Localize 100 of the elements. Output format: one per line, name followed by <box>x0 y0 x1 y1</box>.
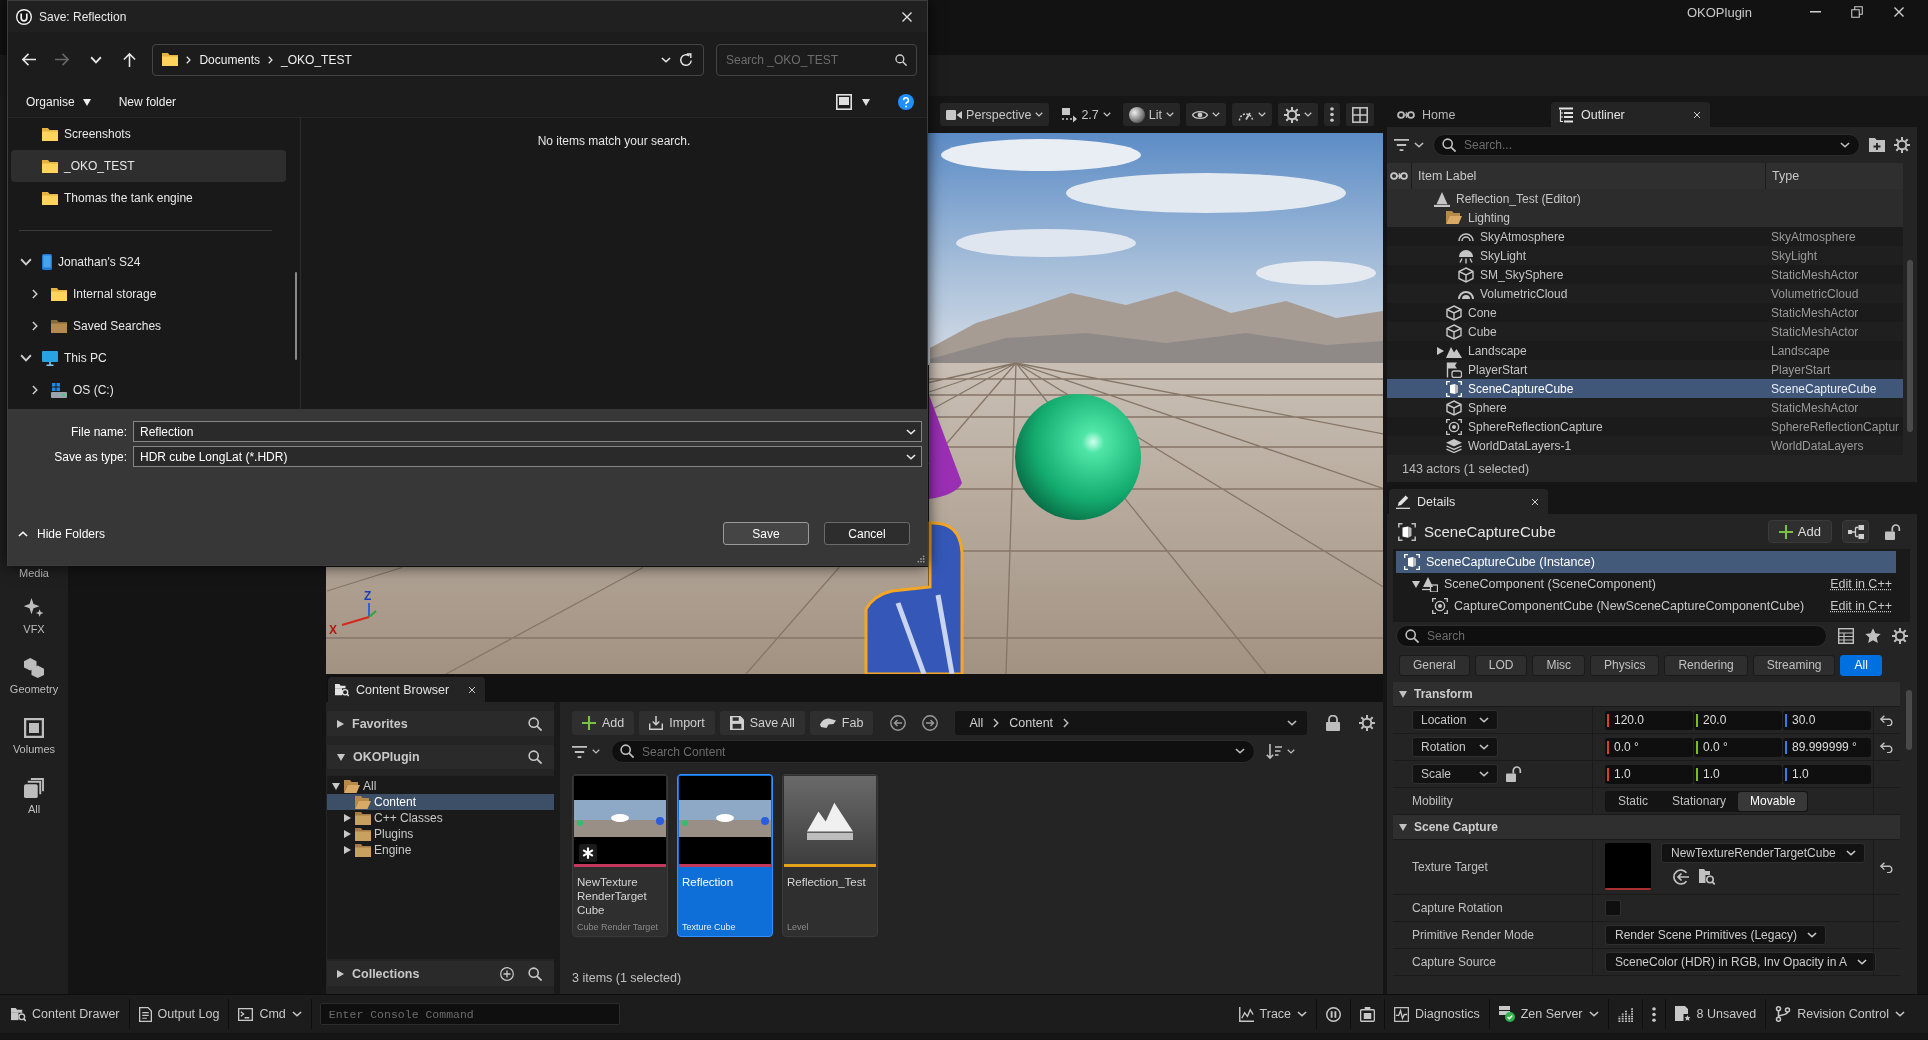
filter-tab[interactable]: Rendering <box>1664 654 1748 676</box>
outliner-row[interactable]: Landscape Landscape <box>1387 341 1903 360</box>
command-button[interactable]: Organise <box>26 95 91 109</box>
folder-item[interactable]: Internal storage <box>11 278 286 310</box>
performance-dropdown[interactable] <box>1232 103 1272 126</box>
segment-option[interactable]: Movable <box>1738 791 1808 811</box>
segment-option[interactable]: Stationary <box>1660 791 1739 811</box>
show-dropdown[interactable] <box>1186 103 1226 126</box>
search-icon[interactable] <box>528 750 542 764</box>
camera-speed-dropdown[interactable]: 2.7 <box>1055 103 1117 126</box>
lock-icon[interactable] <box>1326 715 1340 731</box>
layout-button[interactable] <box>1346 103 1374 126</box>
search-icon[interactable] <box>528 966 542 981</box>
category-button[interactable]: Media <box>3 567 65 580</box>
cmd-dropdown[interactable]: Cmd <box>229 999 311 1029</box>
address-bar[interactable]: Documents _OKO_TEST <box>152 43 704 76</box>
scrollbar-thumb[interactable] <box>1907 260 1913 432</box>
outliner-row[interactable]: Cone StaticMeshActor <box>1387 303 1903 322</box>
column-header[interactable]: Item Label <box>1418 169 1477 183</box>
outliner-row[interactable]: WorldDataLayers-1 WorldDataLayers <box>1387 436 1903 455</box>
add-circle-icon[interactable] <box>500 966 514 981</box>
outliner-row[interactable]: SceneCaptureCube SceneCaptureCube <box>1387 379 1903 398</box>
expand-arrow-icon[interactable] <box>1412 580 1420 588</box>
asset-tile[interactable]: Reflection Texture Cube <box>677 774 773 937</box>
reset-arrow-icon[interactable] <box>1880 861 1894 873</box>
camera-dropdown[interactable]: Perspective <box>940 103 1050 126</box>
number-field[interactable]: 1.0 <box>1694 764 1782 784</box>
section-header[interactable]: Transform <box>1393 682 1900 707</box>
asset-tile[interactable]: NewTexture RenderTarget Cube Cube Render Target <box>572 774 668 937</box>
blueprint-button[interactable] <box>1842 520 1869 543</box>
chevron-down-icon[interactable] <box>20 258 32 266</box>
value-dropdown[interactable]: SceneColor (HDR) in RGB, Inv Opacity in A <box>1605 952 1877 972</box>
section-header[interactable]: Scene Capture <box>1393 815 1900 840</box>
category-button[interactable]: VFX <box>3 598 65 636</box>
number-field[interactable]: 0.0 ° <box>1605 737 1693 757</box>
import-button[interactable]: Import <box>639 711 715 735</box>
star-icon[interactable] <box>1865 628 1881 644</box>
diagnostics-button[interactable]: Diagnostics <box>1385 999 1489 1029</box>
dialog-button[interactable]: Cancel <box>824 522 910 545</box>
arrow-circle-icon[interactable] <box>1673 869 1689 885</box>
settings-icon[interactable] <box>1892 628 1908 644</box>
revision-control-dropdown[interactable]: Revision Control <box>1766 999 1914 1029</box>
outliner-row[interactable]: SphereReflectionCapture SphereReflectionCaptur <box>1387 417 1903 436</box>
transform-mode-dropdown[interactable]: Location <box>1412 710 1498 730</box>
filter-button[interactable] <box>572 745 600 758</box>
more-button[interactable] <box>1324 103 1340 126</box>
chevron-down-icon[interactable] <box>20 354 32 362</box>
search-field[interactable]: Search Content <box>611 740 1255 763</box>
panel-tab[interactable]: Outliner <box>1551 102 1710 127</box>
outliner-row[interactable]: VolumetricCloud VolumetricCloud <box>1387 284 1903 303</box>
transform-mode-dropdown[interactable]: Scale <box>1412 764 1498 784</box>
outliner-row[interactable]: SkyAtmosphere SkyAtmosphere <box>1387 227 1903 246</box>
console-input[interactable]: Enter Console Command <box>319 1003 620 1025</box>
panel-tab[interactable]: Details <box>1389 489 1548 514</box>
filter-button[interactable] <box>1394 139 1424 151</box>
dialog-button[interactable]: Save <box>723 522 809 545</box>
settings-dropdown[interactable] <box>1278 103 1318 126</box>
fab-button[interactable]: Fab <box>809 711 874 735</box>
edit-link[interactable]: Edit in C++ <box>1820 599 1892 613</box>
close-icon[interactable] <box>1693 110 1701 119</box>
outliner-row[interactable]: PlayerStart PlayerStart <box>1387 360 1903 379</box>
component-row[interactable]: SceneCaptureCube (Instance) <box>1396 551 1896 573</box>
scrollbar-thumb[interactable] <box>295 272 297 360</box>
checkbox[interactable] <box>1605 900 1621 916</box>
folder-tree-item[interactable]: All <box>327 778 554 794</box>
component-row[interactable]: CaptureComponentCube (NewSceneCaptureComponentCube) Edit in C++ <box>1396 595 1896 617</box>
expand-arrow-icon[interactable] <box>1436 346 1444 355</box>
number-field[interactable]: 30.0 <box>1783 710 1871 730</box>
outliner-row[interactable]: Lighting <box>1387 208 1903 227</box>
save-all-button[interactable]: Save All <box>719 711 805 735</box>
filter-tab[interactable]: All <box>1840 654 1882 676</box>
asset-dropdown[interactable]: NewTextureRenderTargetCube <box>1661 843 1865 863</box>
outliner-row[interactable]: Sphere StaticMeshActor <box>1387 398 1903 417</box>
panel-tab[interactable]: Content Browser <box>328 677 485 702</box>
settings-icon[interactable] <box>1894 137 1910 153</box>
category-button[interactable]: All <box>3 778 65 816</box>
filter-tab[interactable]: Misc <box>1532 654 1586 676</box>
help-icon[interactable] <box>898 94 914 110</box>
forward-icon[interactable] <box>922 715 939 731</box>
folder-item[interactable]: OS (C:) <box>11 374 286 406</box>
folder-item[interactable]: Jonathan's S24 <box>11 246 286 278</box>
zen-server-dropdown[interactable]: Zen Server <box>1489 999 1608 1029</box>
unlocked-lock-icon[interactable] <box>1506 766 1522 782</box>
table-icon[interactable] <box>1838 628 1854 644</box>
folder-tree-item[interactable]: Plugins <box>327 826 554 842</box>
view-button[interactable] <box>836 94 870 110</box>
filter-tab[interactable]: LOD <box>1474 654 1528 676</box>
filter-tab[interactable]: General <box>1399 654 1470 676</box>
folder-item[interactable]: Thomas the tank engine <box>11 182 286 214</box>
chevron-right-icon[interactable] <box>32 289 38 299</box>
number-field[interactable]: 89.999999 ° <box>1783 737 1871 757</box>
folder-tree-item[interactable]: Engine <box>327 842 554 858</box>
path-bar[interactable]: All Content <box>955 711 1307 735</box>
content-drawer-button[interactable]: Content Drawer <box>2 999 129 1029</box>
folder-item[interactable]: _OKO_TEST <box>11 150 286 182</box>
folder-plus-icon[interactable] <box>1869 138 1885 152</box>
search-field[interactable]: Search _OKO_TEST <box>716 43 917 76</box>
section-header[interactable]: Favorites <box>327 711 554 736</box>
chevron-right-icon[interactable] <box>32 321 38 331</box>
hide-folders-button[interactable]: Hide Folders <box>18 526 106 541</box>
